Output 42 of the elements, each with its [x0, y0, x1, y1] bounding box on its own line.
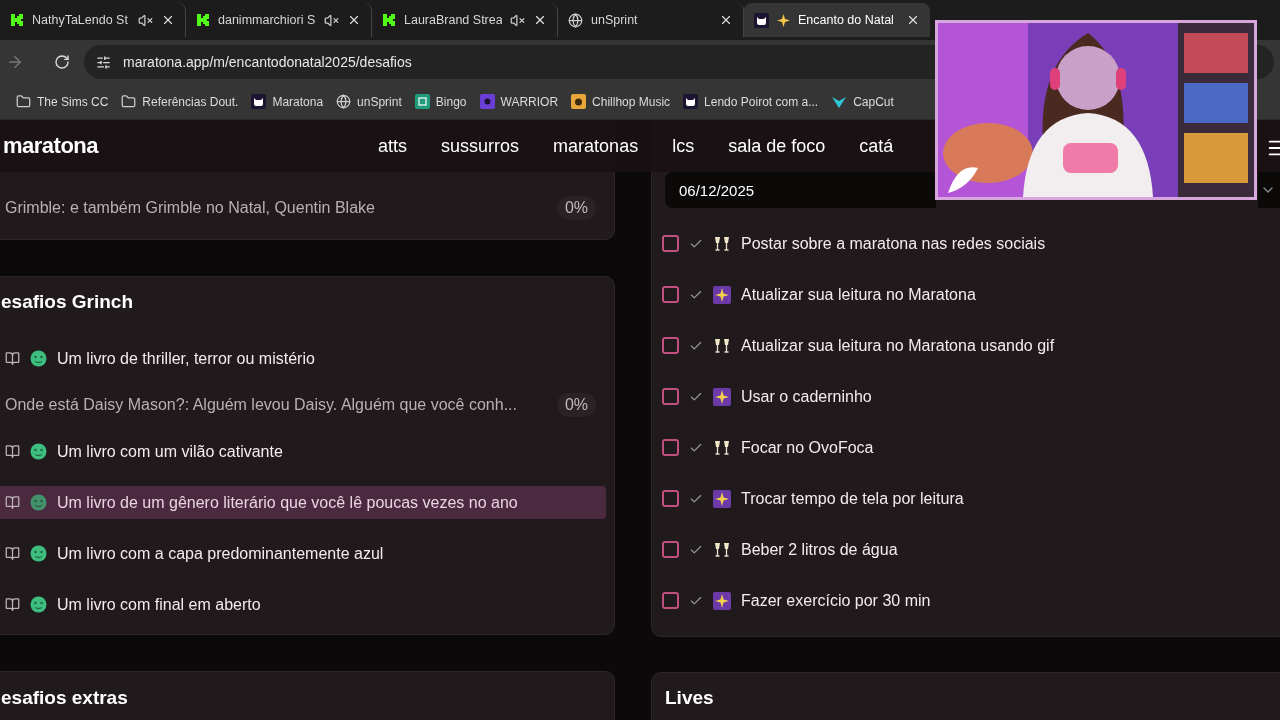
bookmark[interactable]: Chillhop Music: [571, 94, 671, 109]
card-title: esafios Grinch: [0, 290, 134, 314]
date-select[interactable]: 06/12/2025: [665, 172, 936, 208]
progress-badge: 0%: [556, 393, 596, 417]
bookmark[interactable]: Bingo: [414, 94, 467, 109]
bookmark[interactable]: Lendo Poirot com a...: [683, 94, 819, 109]
challenge-item[interactable]: Um livro com final em aberto: [0, 588, 606, 621]
bookmark[interactable]: Maratona: [251, 94, 324, 109]
nav-link[interactable]: sala de foco: [728, 135, 826, 157]
url-text: maratona.app/m/encantodonatal2025/desafios: [123, 54, 412, 70]
task-text: Focar no OvoFoca: [741, 438, 874, 457]
task-text: Usar o caderninho: [741, 387, 872, 406]
challenge-item[interactable]: Um livro de thriller, terror ou mistério: [0, 342, 606, 375]
nav-link[interactable]: maratonas: [553, 135, 639, 157]
browser-tab[interactable]: NathyTaLendo St: [0, 3, 186, 37]
card-title: esafios extras: [0, 686, 129, 710]
nav-link[interactable]: sussurros: [441, 135, 520, 157]
book-title: Onde está Daisy Mason?: Alguém levou Daisy. Alguém que você conh...: [5, 396, 517, 414]
task-text: Trocar tempo de tela por leitura: [741, 489, 964, 508]
bookmark[interactable]: WARRIOR: [479, 94, 559, 109]
challenge-item[interactable]: Um livro de um gênero literário que você lê poucas vezes no ano: [0, 486, 606, 519]
bookmark[interactable]: CapCut: [831, 94, 894, 109]
bookmark[interactable]: Referências Dout.: [121, 94, 239, 109]
task-text: Atualizar sua leitura no Maratona: [741, 285, 976, 304]
site-logo[interactable]: maratona: [3, 133, 99, 159]
nav-link[interactable]: atts: [378, 135, 408, 157]
task-text: Postar sobre a maratona nas redes sociais: [741, 234, 1046, 253]
nav-link[interactable]: catá: [859, 135, 894, 157]
browser-tab[interactable]: LauraBrand Strea: [372, 3, 558, 37]
browser-tab[interactable]: danimmarchiori S: [186, 3, 372, 37]
task-text: Fazer exercício por 30 min: [741, 591, 931, 610]
browser-tab[interactable]: Encanto do Natal: [744, 3, 930, 37]
nav-link[interactable]: lcs: [672, 135, 695, 157]
progress-badge: 0%: [556, 196, 596, 220]
challenge-item[interactable]: Um livro com a capa predominantemente azul: [0, 537, 606, 570]
challenge-item[interactable]: Um livro com um vilão cativante: [0, 435, 606, 468]
bookmark[interactable]: The Sims CC: [16, 94, 109, 109]
task-text: Beber 2 litros de água: [741, 540, 898, 559]
book-title: Grimble: e também Grimble no Natal, Quentin Blake: [5, 199, 375, 217]
card-title: Lives: [665, 686, 715, 710]
bookmark[interactable]: unSprint: [336, 94, 402, 109]
task-text: Atualizar sua leitura no Maratona usando gif: [741, 336, 1055, 355]
